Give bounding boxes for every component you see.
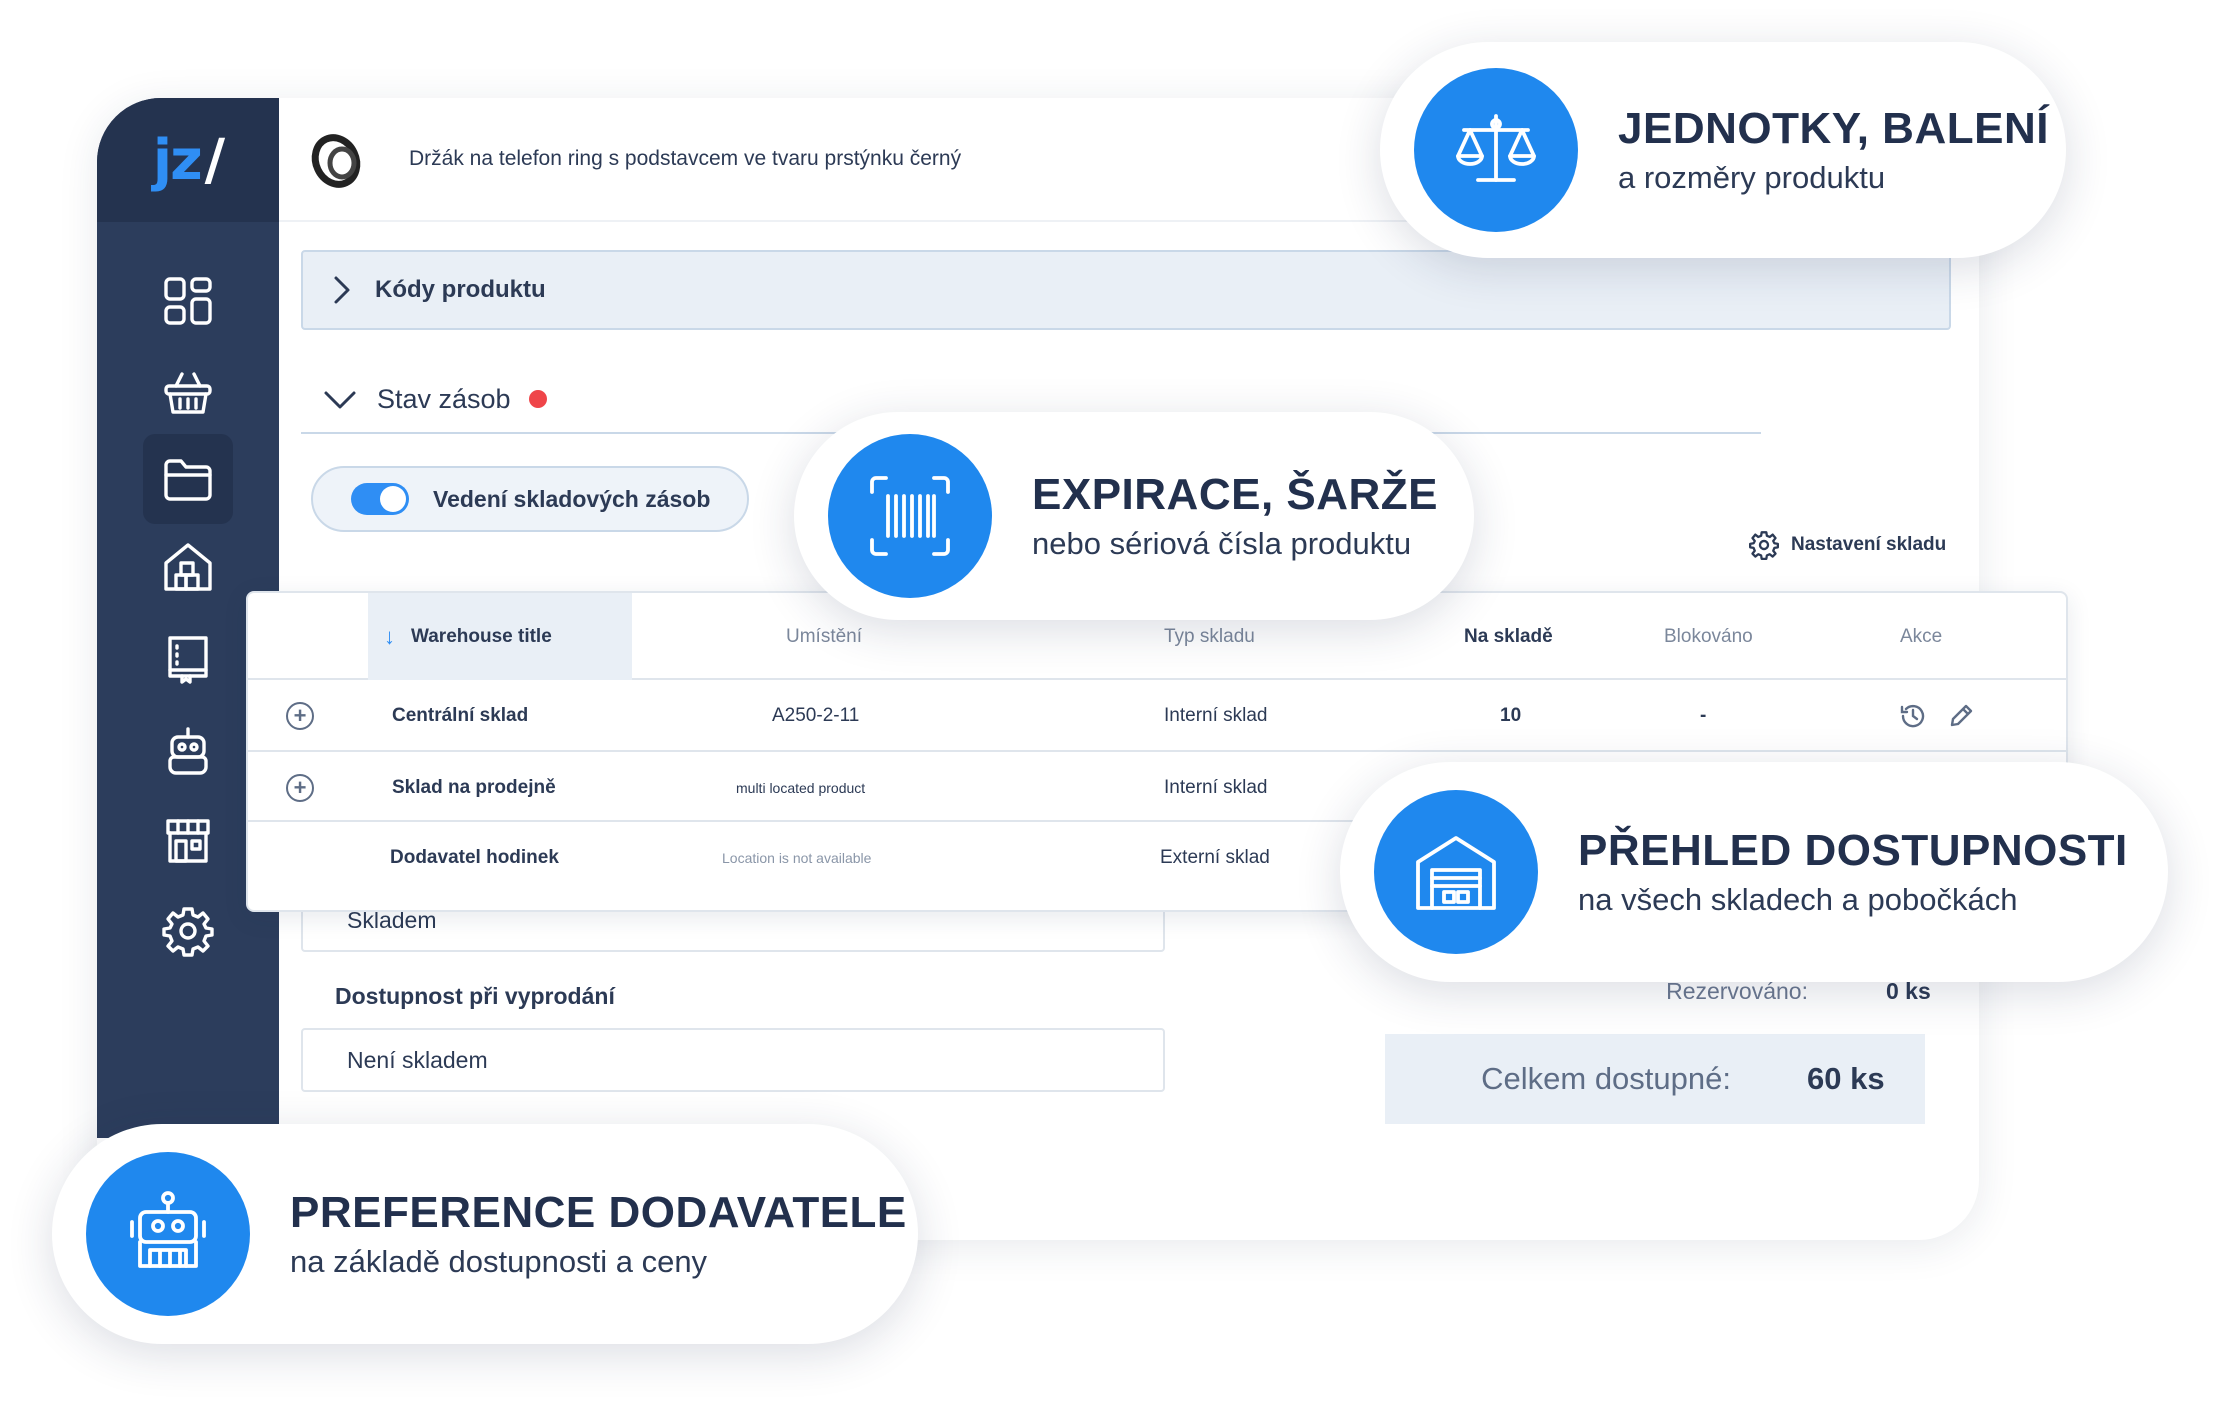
alert-dot [528, 390, 547, 408]
warehouse-settings-link[interactable]: Nastavení skladu [1749, 530, 1946, 560]
product-thumbnail [303, 124, 373, 194]
callout-subtitle: nebo sériová čísla produktu [1032, 526, 1412, 561]
sidebar-item-automation[interactable] [143, 706, 233, 796]
total-available-value: 60 ks [1807, 1061, 1885, 1096]
column-header-blocked[interactable]: Blokováno [1664, 593, 1753, 680]
callout-title: JEDNOTKY, BALENÍ [1618, 104, 2049, 153]
basket-icon [164, 372, 212, 414]
warehouse-location: A250-2-11 [772, 705, 860, 726]
scale-icon [1456, 114, 1536, 182]
sidebar-item-catalog[interactable] [143, 613, 233, 703]
sidebar-item-warehouse[interactable] [143, 522, 233, 612]
column-header-actions: Akce [1900, 625, 1943, 647]
warehouse-location: Location is not available [722, 850, 872, 866]
product-title: Držák na telefon ring s podstavcem ve tv… [409, 147, 962, 170]
warehouse-type: Interní sklad [1164, 777, 1268, 798]
sidebar-item-stores[interactable] [143, 796, 233, 886]
warehouse-name: Sklad na prodejně [392, 777, 556, 798]
column-header-warehouse-title[interactable]: ↓ Warehouse title [368, 593, 632, 680]
catalog-book-icon [168, 636, 208, 684]
plus-circle-icon: + [286, 702, 314, 730]
warehouse-name: Centrální sklad [392, 705, 529, 726]
sidebar-item-settings[interactable] [143, 886, 233, 976]
sidebar-item-dashboard[interactable] [143, 256, 233, 346]
total-available-box: Celkem dostupné: 60 ks [1385, 1034, 1925, 1124]
callout-units-packaging: JEDNOTKY, BALENÍ a rozměry produktu [1380, 42, 2066, 258]
blocked-value: - [1700, 705, 1707, 726]
robot-icon [168, 727, 208, 775]
warehouse-settings-label: Nastavení skladu [1791, 534, 1947, 555]
callout-title: EXPIRACE, ŠARŽE [1032, 470, 1439, 519]
section-product-codes[interactable]: Kódy produktu [301, 250, 1951, 330]
stock-tracking-toggle[interactable]: Vedení skladových zásob [311, 466, 749, 532]
warehouse-icon [164, 543, 212, 591]
reserved-label: Rezervováno: [1666, 978, 1808, 1004]
warehouse-type: Externí sklad [1160, 847, 1270, 868]
gear-icon [1749, 531, 1779, 560]
sold-out-availability-field[interactable]: Není skladem [301, 1028, 1165, 1092]
logo[interactable]: jz/ [97, 98, 279, 222]
callout-supplier-preference: PREFERENCE DODAVATELE na základě dostupn… [52, 1124, 918, 1344]
chevron-down-icon [324, 391, 356, 409]
warehouse-name: Dodavatel hodinek [390, 847, 559, 868]
callout-subtitle: na základě dostupnosti a ceny [290, 1244, 708, 1279]
expand-row-button[interactable]: + [286, 754, 314, 822]
column-header-in-stock[interactable]: Na skladě [1464, 593, 1553, 680]
warehouse-type: Interní sklad [1164, 705, 1268, 726]
pencil-icon [1950, 704, 1973, 727]
callout-title: PREFERENCE DODAVATELE [290, 1188, 907, 1237]
callout-subtitle: a rozměry produktu [1618, 160, 1886, 195]
sort-arrow-down-icon: ↓ [384, 623, 395, 649]
history-button[interactable] [1898, 682, 1928, 750]
folder-icon [164, 459, 212, 501]
column-header-warehouse-title-label: Warehouse title [411, 625, 552, 647]
sold-out-availability-label: Dostupnost při vyprodání [335, 983, 615, 1009]
section-stock-title: Stav zásob [377, 383, 511, 414]
callout-availability-overview: PŘEHLED DOSTUPNOSTI na všech skladech a … [1340, 762, 2168, 982]
ring-holder-image [311, 134, 361, 188]
store-icon [166, 819, 210, 863]
callout-icon-circle [1374, 790, 1538, 954]
sidebar-item-products[interactable] [143, 434, 233, 524]
barcode-scan-icon [870, 476, 950, 556]
chevron-right-icon [334, 276, 350, 304]
callout-icon-circle [1414, 68, 1578, 232]
logo-text: jz [152, 127, 203, 193]
robot-icon [130, 1191, 206, 1268]
callout-icon-circle [828, 434, 992, 598]
gear-icon [162, 907, 214, 957]
reserved-row: Rezervováno: 0 ks [1583, 978, 1931, 1005]
dashboard-icon [164, 277, 212, 325]
warehouse-location: multi located product [736, 780, 866, 796]
toggle-label: Vedení skladových zásob [433, 485, 711, 512]
callout-expiration-batches: EXPIRACE, ŠARŽE nebo sériová čísla produ… [794, 412, 1474, 620]
total-available-label: Celkem dostupné: [1481, 1061, 1731, 1096]
reserved-value: 0 ks [1886, 978, 1931, 1004]
table-row[interactable]: + Centrální sklad A250-2-11 Interní skla… [248, 682, 2066, 752]
sidebar-item-orders[interactable] [143, 347, 233, 437]
callout-subtitle: na všech skladech a pobočkách [1578, 882, 2018, 917]
logo-slash: / [204, 127, 226, 193]
history-icon [1900, 704, 1925, 728]
callout-icon-circle [86, 1152, 250, 1316]
toggle-switch[interactable] [351, 483, 409, 515]
section-product-codes-title: Kódy produktu [375, 276, 546, 303]
expand-row-button[interactable]: + [286, 682, 314, 750]
in-stock-value: 10 [1500, 705, 1522, 726]
edit-button[interactable] [1946, 682, 1976, 750]
warehouse-icon [1416, 836, 1496, 910]
plus-circle-icon: + [286, 774, 314, 802]
callout-title: PŘEHLED DOSTUPNOSTI [1578, 826, 2128, 875]
